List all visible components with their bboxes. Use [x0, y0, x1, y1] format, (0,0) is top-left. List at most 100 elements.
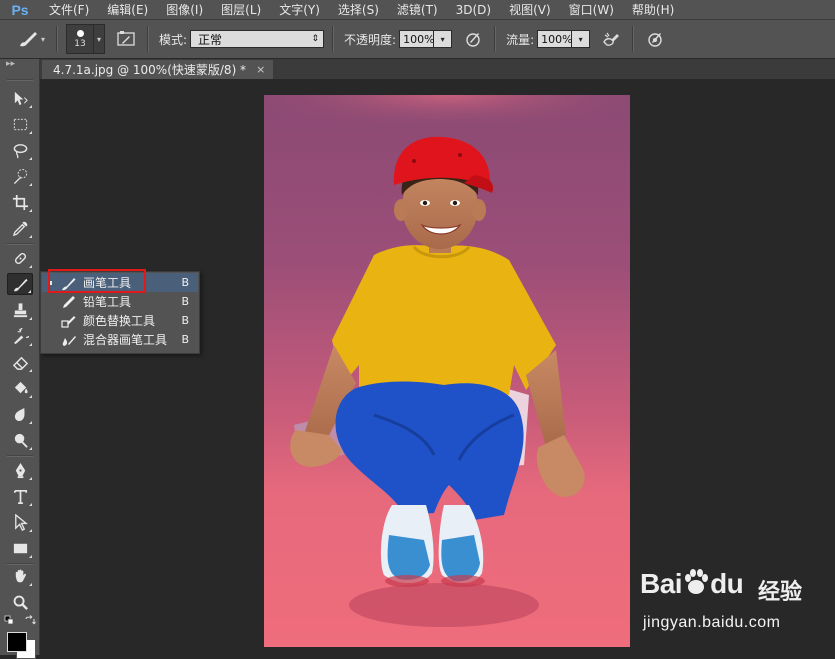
paint-bucket-icon [14, 381, 28, 393]
menu-select[interactable]: 选择(S) [329, 1, 388, 18]
clone-stamp-tool[interactable] [7, 299, 33, 321]
menu-window[interactable]: 窗口(W) [560, 1, 623, 18]
history-brush-icon [13, 327, 29, 344]
baidu-jingyan-watermark: Bai du 经验 jingyan.baidu.com [640, 566, 830, 646]
quick-selection-tool[interactable] [7, 165, 33, 187]
type-icon [13, 489, 27, 504]
size-pressure-toggle[interactable] [644, 28, 666, 50]
opacity-field[interactable]: 100% ▾ [399, 30, 453, 48]
brush-tool-flyout: 画笔工具 B 铅笔工具 B 颜色替换工具 B 混合器画笔工具 B [40, 271, 200, 354]
brush-icon [19, 32, 37, 47]
hand-tool[interactable] [7, 565, 33, 587]
menu-view[interactable]: 视图(V) [500, 1, 560, 18]
blur-tool[interactable] [7, 403, 33, 425]
pencil-icon [60, 293, 78, 311]
shape-tool[interactable] [7, 537, 33, 559]
flow-field[interactable]: 100% ▾ [537, 30, 591, 48]
menu-3d[interactable]: 3D(D) [447, 3, 500, 17]
flyout-item-label: 混合器画笔工具 [83, 333, 168, 347]
opacity-pressure-toggle[interactable] [462, 28, 484, 50]
flyout-item-label: 颜色替换工具 [83, 314, 156, 328]
flow-label: 流量: [506, 32, 535, 47]
paw-icon [685, 569, 709, 594]
flyout-item-color-replacement[interactable]: 颜色替换工具 B [42, 311, 198, 330]
flyout-item-label: 铅笔工具 [83, 295, 132, 309]
flow-input[interactable]: 100% [537, 30, 573, 48]
color-swatches [4, 615, 38, 659]
brush-panel-toggle[interactable] [115, 28, 137, 50]
eyedropper-icon [12, 221, 27, 236]
close-icon[interactable]: × [256, 63, 265, 76]
menu-type[interactable]: 文字(Y) [270, 1, 329, 18]
history-brush-tool[interactable] [7, 325, 33, 347]
crop-tool[interactable] [7, 191, 33, 213]
divider [56, 26, 58, 52]
brush-preset-picker[interactable]: 13 ▾ [66, 24, 105, 54]
brush-panel-icon [117, 31, 135, 46]
brush-icon [60, 274, 78, 292]
rectangle-shape-icon [13, 543, 27, 553]
chevron-down-icon[interactable]: ▾ [572, 30, 591, 48]
pressure-opacity-icon [466, 33, 480, 47]
toolbox: ▸▸ [0, 59, 40, 655]
airbrush-icon [603, 32, 620, 46]
watermark-url: jingyan.baidu.com [643, 614, 781, 631]
shortcut-key: B [181, 333, 189, 346]
default-colors-icon[interactable] [4, 615, 16, 627]
magnifier-icon [13, 595, 28, 610]
toolbox-grip[interactable]: ▸▸ [0, 59, 39, 69]
crop-icon [12, 194, 28, 210]
menu-help[interactable]: 帮助(H) [623, 1, 683, 18]
document-canvas[interactable] [264, 95, 630, 647]
chevron-down-icon[interactable]: ▾ [434, 30, 453, 48]
lasso-tool[interactable] [7, 139, 33, 161]
zoom-tool[interactable] [7, 591, 33, 613]
flyout-item-brush[interactable]: 画笔工具 B [42, 273, 198, 292]
rectangular-marquee-icon [13, 118, 27, 130]
menu-bar: Ps 文件(F) 编辑(E) 图像(I) 图层(L) 文字(Y) 选择(S) 滤… [0, 0, 835, 19]
updown-arrow-icon: ⇕ [311, 34, 320, 44]
swap-colors-icon[interactable] [24, 615, 36, 627]
pen-tool[interactable] [7, 459, 33, 481]
divider [494, 26, 497, 52]
dodge-tool[interactable] [7, 429, 33, 451]
document-tab-bar: 4.7.1a.jpg @ 100%(快速蒙版/8) * × [40, 59, 835, 79]
menu-image[interactable]: 图像(I) [157, 1, 212, 18]
move-tool[interactable] [7, 87, 33, 109]
shortcut-key: B [181, 295, 189, 308]
menu-edit[interactable]: 编辑(E) [98, 1, 157, 18]
blur-drop-icon [14, 407, 25, 421]
chevron-down-icon: ▾ [94, 24, 105, 54]
type-tool[interactable] [7, 485, 33, 507]
menu-filter[interactable]: 滤镜(T) [388, 1, 447, 18]
opacity-input[interactable]: 100% [399, 30, 435, 48]
divider [7, 243, 33, 245]
healing-brush-tool[interactable] [7, 247, 33, 269]
chevron-down-icon: ▾ [40, 34, 45, 44]
document-tab[interactable]: 4.7.1a.jpg @ 100%(快速蒙版/8) * × [42, 60, 274, 79]
marquee-tool[interactable] [7, 113, 33, 135]
flyout-item-label: 画笔工具 [83, 276, 132, 290]
eraser-tool[interactable] [7, 351, 33, 373]
watermark-jingyan-text: 经验 [758, 580, 803, 605]
flyout-item-pencil[interactable]: 铅笔工具 B [42, 292, 198, 311]
flyout-item-mixer-brush[interactable]: 混合器画笔工具 B [42, 330, 198, 349]
menu-file[interactable]: 文件(F) [40, 1, 98, 18]
divider [7, 79, 33, 81]
divider [332, 26, 335, 52]
paint-bucket-tool[interactable] [7, 377, 33, 399]
color-replacement-icon [60, 312, 78, 330]
tool-preset-picker[interactable]: ▾ [12, 25, 50, 53]
mode-label: 模式: [159, 32, 188, 47]
path-selection-tool[interactable] [7, 511, 33, 533]
airbrush-toggle[interactable] [600, 28, 622, 50]
mode-select[interactable]: 正常 ⇕ [190, 30, 325, 48]
brush-tool[interactable] [7, 273, 33, 295]
foreground-color-swatch[interactable] [7, 632, 27, 652]
eyedropper-tool[interactable] [7, 217, 33, 239]
menu-layer[interactable]: 图层(L) [212, 1, 270, 18]
dodge-icon [14, 433, 28, 448]
move-icon [14, 91, 28, 105]
brush-size: 13 [74, 38, 86, 49]
watermark-brand: Bai du [640, 568, 744, 599]
